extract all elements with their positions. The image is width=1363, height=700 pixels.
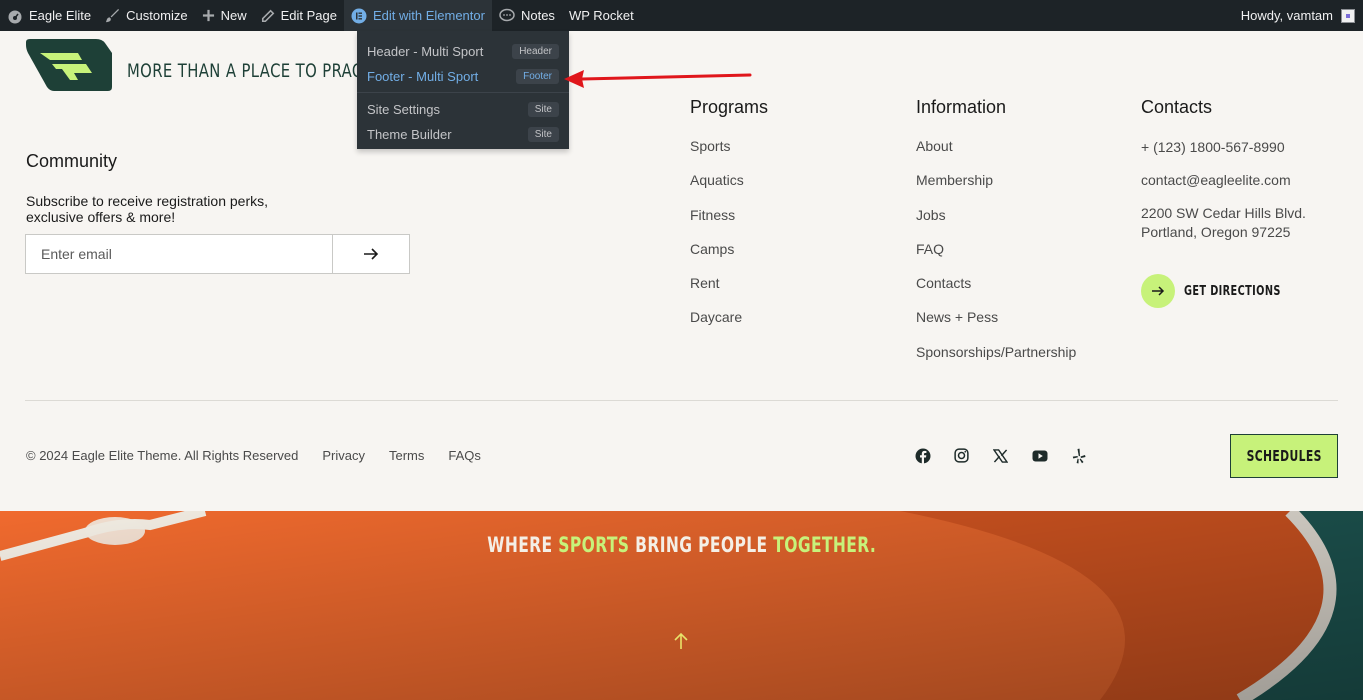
community-text: Subscribe to receive registration perks,… <box>26 193 268 225</box>
link-jobs[interactable]: Jobs <box>916 207 1076 241</box>
link-contacts[interactable]: Contacts <box>916 275 1076 309</box>
link-about[interactable]: About <box>916 138 1076 172</box>
community-title: Community <box>26 151 118 171</box>
menu-item-label: Site Settings <box>367 102 440 117</box>
annotation-arrow-icon <box>564 70 752 88</box>
court-headline: WHERE SPORTS BRING PEOPLE TOGETHER. <box>0 533 1363 557</box>
headline-word-bring-people: BRING PEOPLE <box>629 533 774 557</box>
arrow-right-icon <box>364 248 379 260</box>
howdy-label: Howdy, vamtam <box>1240 8 1333 23</box>
directions-circle <box>1141 274 1175 308</box>
social-links <box>914 447 1087 464</box>
youtube-icon[interactable] <box>1031 447 1048 464</box>
menu-item-label: Header - Multi Sport <box>367 44 484 59</box>
my-account-menu[interactable]: Howdy, vamtam <box>1241 8 1363 23</box>
headline-word-together: TOGETHER. <box>773 533 876 557</box>
link-news[interactable]: News + Pess <box>916 309 1076 343</box>
menu-item-header-multi-sport[interactable]: Header - Multi Sport Header <box>357 39 569 64</box>
pencil-icon <box>261 9 274 22</box>
link-membership[interactable]: Membership <box>916 172 1076 206</box>
x-icon[interactable] <box>992 447 1009 464</box>
menu-item-footer-multi-sport[interactable]: Footer - Multi Sport Footer <box>357 64 569 89</box>
menu-divider <box>357 92 569 93</box>
customize-label: Customize <box>126 8 188 23</box>
instagram-icon[interactable] <box>953 447 970 464</box>
avatar <box>1341 8 1355 23</box>
contact-email[interactable]: contact@eagleelite.com <box>1141 171 1306 190</box>
programs-column: Programs Sports Aquatics Fitness Camps R… <box>690 97 768 344</box>
edit-with-elementor-menu[interactable]: Edit with Elementor <box>343 0 492 31</box>
eagle-elite-logo-icon <box>26 39 112 91</box>
directions-label: GET DIRECTIONS <box>1184 283 1281 299</box>
wp-rocket-menu[interactable]: WP Rocket <box>562 0 641 31</box>
notes-link[interactable]: Notes <box>492 0 562 31</box>
faqs-link[interactable]: FAQs <box>448 448 481 463</box>
plus-icon <box>202 9 214 22</box>
link-aquatics[interactable]: Aquatics <box>690 172 768 206</box>
schedules-label: SCHEDULES <box>1246 447 1322 465</box>
site-badge: Site <box>527 102 559 117</box>
dashboard-icon <box>8 10 22 23</box>
notes-label: Notes <box>520 8 555 23</box>
court-banner: WHERE SPORTS BRING PEOPLE TOGETHER. <box>0 511 1363 700</box>
yelp-icon[interactable] <box>1070 447 1087 464</box>
comment-icon <box>499 8 515 22</box>
link-fitness[interactable]: Fitness <box>690 207 768 241</box>
privacy-link[interactable]: Privacy <box>322 448 365 463</box>
schedules-button[interactable]: SCHEDULES <box>1230 434 1338 478</box>
terms-link[interactable]: Terms <box>389 448 424 463</box>
new-content-menu[interactable]: New <box>195 0 254 31</box>
menu-item-site-settings[interactable]: Site Settings Site <box>357 97 569 122</box>
contacts-column: Contacts + (123) 1800-567-8990 contact@e… <box>1141 97 1306 242</box>
scroll-to-top-arrow-icon[interactable] <box>672 631 690 651</box>
brush-icon <box>106 8 120 23</box>
headline-word-sports: SPORTS <box>558 533 630 557</box>
edit-page-label: Edit Page <box>280 8 337 23</box>
menu-item-label: Footer - Multi Sport <box>367 69 479 84</box>
wp-rocket-label: WP Rocket <box>568 8 634 23</box>
footer-badge: Footer <box>516 69 559 84</box>
information-column: Information About Membership Jobs FAQ Co… <box>916 97 1076 378</box>
copyright-text: © 2024 Eagle Elite Theme. All Rights Res… <box>26 448 299 463</box>
customize-link[interactable]: Customize <box>98 0 194 31</box>
contact-phone[interactable]: + (123) 1800-567-8990 <box>1141 138 1306 157</box>
information-title: Information <box>916 97 1007 117</box>
wp-admin-bar: Eagle Elite Customize New Edit Page Edit… <box>0 0 1363 31</box>
new-label: New <box>220 8 247 23</box>
site-name-label: Eagle Elite <box>29 8 92 23</box>
email-input[interactable] <box>26 235 333 273</box>
newsletter-form <box>25 234 410 274</box>
site-name-menu[interactable]: Eagle Elite <box>0 0 98 31</box>
programs-title: Programs <box>690 97 769 117</box>
elementor-dropdown-menu: Header - Multi Sport Header Footer - Mul… <box>357 31 569 149</box>
link-faq[interactable]: FAQ <box>916 241 1076 275</box>
link-sports[interactable]: Sports <box>690 138 768 172</box>
header-badge: Header <box>512 44 559 59</box>
link-rent[interactable]: Rent <box>690 275 768 309</box>
link-camps[interactable]: Camps <box>690 241 768 275</box>
contact-address-line1: 2200 SW Cedar Hills Blvd. <box>1141 205 1306 221</box>
subscribe-button[interactable] <box>333 235 409 273</box>
contact-address-line2: Portland, Oregon 97225 <box>1141 224 1291 240</box>
menu-item-label: Theme Builder <box>367 127 452 142</box>
get-directions-link[interactable]: GET DIRECTIONS <box>1141 274 1313 308</box>
edit-page-link[interactable]: Edit Page <box>254 0 344 31</box>
edit-elementor-label: Edit with Elementor <box>372 8 485 23</box>
footer-bottom-row: © 2024 Eagle Elite Theme. All Rights Res… <box>26 448 505 463</box>
footer-divider <box>25 400 1338 401</box>
menu-item-theme-builder[interactable]: Theme Builder Site <box>357 122 569 147</box>
facebook-icon[interactable] <box>914 447 931 464</box>
link-sponsorships[interactable]: Sponsorships/Partnership <box>916 344 1076 378</box>
arrow-right-icon <box>1152 286 1165 296</box>
contacts-title: Contacts <box>1141 97 1213 117</box>
footer-tagline: MORE THAN A PLACE TO PRACT <box>127 60 373 82</box>
link-daycare[interactable]: Daycare <box>690 309 768 343</box>
elementor-icon <box>351 8 367 23</box>
site-badge: Site <box>527 127 559 142</box>
headline-word-where: WHERE <box>487 533 559 557</box>
